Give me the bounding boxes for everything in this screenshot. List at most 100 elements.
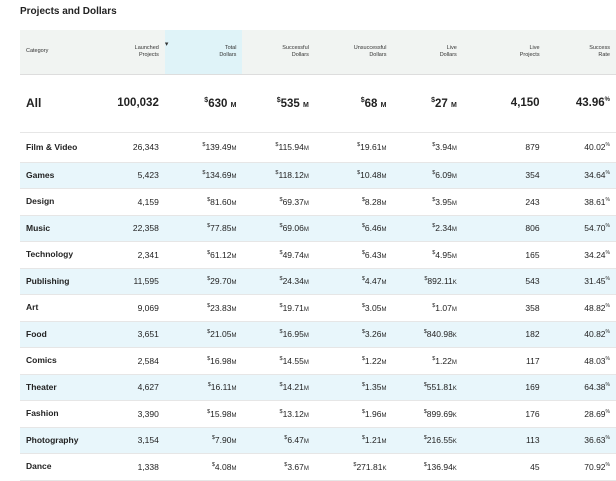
unit: M bbox=[303, 146, 309, 152]
unit: K bbox=[452, 333, 457, 340]
column-header-successful-dollars[interactable]: Successful Dollars bbox=[242, 30, 315, 75]
column-header-live-dollars[interactable]: Live Dollars bbox=[392, 30, 463, 75]
cell-category[interactable]: Dance bbox=[20, 453, 103, 481]
amount: 535 bbox=[280, 97, 300, 110]
amount: 551.81 bbox=[426, 382, 453, 393]
unit: M bbox=[381, 227, 387, 234]
percent-symbol: % bbox=[605, 196, 610, 203]
cell-success-rate: 28.69% bbox=[545, 400, 616, 428]
amount: 6.43 bbox=[364, 249, 382, 260]
percent-symbol: % bbox=[605, 329, 610, 336]
cell-category[interactable]: Technology bbox=[20, 241, 103, 269]
column-header-category[interactable]: Category bbox=[20, 30, 103, 75]
cell-live-projects: 879 bbox=[462, 132, 546, 163]
unit: K bbox=[452, 386, 457, 393]
amount: 115.94 bbox=[278, 142, 304, 152]
header-label-line1: Success bbox=[589, 44, 610, 51]
unit: M bbox=[231, 146, 237, 152]
column-header-total-dollars[interactable]: Total Dollars bbox=[185, 30, 243, 75]
cell-unsuccessful-dollars: $3.26M bbox=[314, 321, 393, 348]
cell-unsuccessful-dollars: $6.43M bbox=[314, 241, 393, 269]
cell-category[interactable]: Publishing bbox=[20, 268, 103, 295]
cell-category[interactable]: Food bbox=[20, 321, 103, 348]
table-row[interactable]: Film & Video 26,343 $139.49M $115.94M $19.61… bbox=[20, 132, 616, 163]
cell-live-projects: 113 bbox=[462, 427, 546, 454]
cell-category[interactable]: Fashion bbox=[20, 400, 103, 428]
amount: 14.55 bbox=[282, 355, 304, 366]
unit: M bbox=[381, 280, 387, 287]
cell-total-dollars: $4.08M bbox=[164, 453, 243, 481]
table-row[interactable]: Photography 3,154 $7.90M $6.47M $1.21M $216.5… bbox=[20, 427, 616, 454]
table-row[interactable]: Comics 2,584 $16.98M $14.55M $1.22M $1.22M 117… bbox=[20, 347, 616, 375]
table-row[interactable]: Theater 4,627 $16.11M $14.21M $1.35M $551.81K… bbox=[20, 374, 616, 401]
cell-live-dollars: $3.95M bbox=[392, 188, 463, 216]
percent-symbol: % bbox=[605, 408, 610, 415]
column-header-success-rate[interactable]: Success Rate bbox=[545, 30, 616, 75]
table-row[interactable]: Publishing 11,595 $29.70M $24.34M $4.47M $892… bbox=[20, 268, 616, 295]
cell-unsuccessful-dollars: $1.22M bbox=[314, 347, 393, 375]
cell-success-rate: 38.61% bbox=[545, 188, 616, 216]
cell-live-projects: 543 bbox=[462, 268, 546, 295]
cell-total-dollars: $139.49M bbox=[164, 132, 243, 163]
table-row[interactable]: Games 5,423 $134.69M $118.12M $10.48M $6.09M 3… bbox=[20, 162, 616, 189]
percent-symbol: % bbox=[605, 142, 610, 149]
cell-category[interactable]: Games bbox=[20, 162, 103, 189]
unit: M bbox=[451, 253, 457, 260]
percent-symbol: % bbox=[605, 170, 610, 177]
cell-unsuccessful-dollars: $271.81K bbox=[314, 453, 393, 481]
cell-live-dollars: $892.11K bbox=[392, 268, 463, 295]
cell-category[interactable]: Music bbox=[20, 215, 103, 242]
amount: 6.46 bbox=[364, 223, 382, 234]
unit: M bbox=[231, 227, 237, 234]
cell-category[interactable]: Photography bbox=[20, 427, 103, 454]
cell-category[interactable]: Comics bbox=[20, 347, 103, 375]
unit: M bbox=[381, 333, 387, 340]
sort-arrow-icon: ▾ bbox=[164, 41, 169, 48]
amount: 49.74 bbox=[282, 249, 304, 260]
table-row[interactable]: Technology 2,341 $61.12M $49.74M $6.43M $4.95… bbox=[20, 241, 616, 269]
table-row[interactable]: Food 3,651 $21.05M $16.95M $3.26M $840.98K 182… bbox=[20, 321, 616, 348]
cell-successful-dollars: $3.67M bbox=[242, 453, 315, 481]
unit: M bbox=[451, 200, 457, 207]
unit: M bbox=[230, 101, 237, 109]
cell-total-dollars: $61.12M bbox=[164, 241, 243, 269]
cell-success-rate: 40.02% bbox=[545, 132, 616, 163]
cell-category[interactable]: Design bbox=[20, 188, 103, 216]
amount: 68 bbox=[364, 97, 378, 110]
amount: 6.09 bbox=[435, 170, 452, 181]
table-row[interactable]: Music 22,358 $77.85M $69.06M $6.46M $2.34M 806… bbox=[20, 215, 616, 242]
table-row[interactable]: Fashion 3,390 $15.98M $13.12M $1.96M $899.69K… bbox=[20, 400, 616, 428]
cell-live-projects: 243 bbox=[462, 188, 546, 216]
amount: 630 bbox=[208, 97, 228, 110]
column-header-live-projects[interactable]: Live Projects bbox=[462, 30, 546, 75]
rate-value: 54.70 bbox=[584, 223, 606, 234]
cell-total-dollars: $16.98M bbox=[164, 347, 243, 375]
table-row[interactable]: Design 4,159 $81.60M $69.37M $8.28M $3.95M 243… bbox=[20, 188, 616, 216]
unit: K bbox=[452, 280, 457, 287]
cell-live-dollars: $2.34M bbox=[392, 215, 463, 242]
column-header-launched-projects[interactable]: Launched Projects bbox=[102, 30, 165, 75]
cell-live-dollars: $899.69K bbox=[392, 400, 463, 428]
unit: M bbox=[303, 333, 309, 340]
table-row[interactable]: Dance 1,338 $4.08M $3.67M $271.81K $136.94K 45… bbox=[20, 453, 616, 481]
amount: 24.34 bbox=[282, 276, 304, 287]
column-header-unsuccessful-dollars[interactable]: Unsuccessful Dollars bbox=[314, 30, 393, 75]
cell-total-dollars: $81.60M bbox=[164, 188, 243, 216]
cell-live-projects: 117 bbox=[462, 347, 546, 375]
cell-category[interactable]: Theater bbox=[20, 374, 103, 401]
header-label-line2: Projects bbox=[138, 51, 159, 58]
unit: M bbox=[451, 174, 457, 181]
amount: 899.69 bbox=[426, 408, 453, 419]
cell-category[interactable]: Film & Video bbox=[20, 132, 103, 163]
cell-launched-projects: 2,341 bbox=[102, 241, 165, 269]
header-row: Category Launched Projects ▾ Total Dollars… bbox=[20, 30, 616, 75]
table-row[interactable]: Art 9,069 $23.83M $19.71M $3.05M $1.07M 358 48.… bbox=[20, 294, 616, 322]
cell-successful-dollars: $19.71M bbox=[242, 294, 315, 322]
cell-category[interactable]: Art bbox=[20, 294, 103, 322]
cell-success-rate: 43.96% bbox=[545, 74, 616, 133]
unit: M bbox=[231, 306, 237, 313]
cell-live-projects: 4,150 bbox=[462, 74, 546, 133]
cell-live-projects: 182 bbox=[462, 321, 546, 348]
cell-successful-dollars: $14.21M bbox=[242, 374, 315, 401]
cell-live-dollars: $136.94K bbox=[392, 453, 463, 481]
